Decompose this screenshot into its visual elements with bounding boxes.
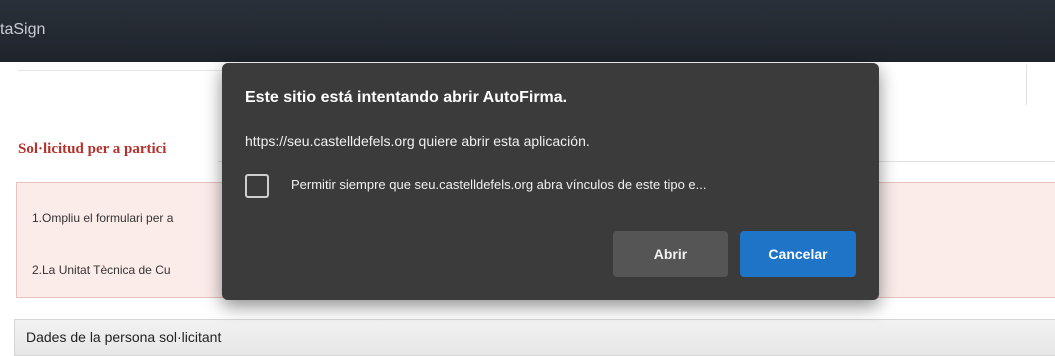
open-app-dialog: Este sitio está intentando abrir AutoFir… (222, 63, 879, 300)
section-title: Sol·licitud per a partici (18, 141, 167, 157)
panel-title: Dades de la persona sol·licitant (26, 329, 222, 345)
always-allow-row[interactable]: Permitir siempre que seu.castelldefels.o… (245, 171, 865, 201)
divider (1026, 65, 1027, 105)
cancel-button[interactable]: Cancelar (740, 231, 856, 277)
dialog-message: https://seu.castelldefels.org quiere abr… (245, 133, 590, 149)
notice-line-1: 1.Ompliu el formulari per a (32, 211, 174, 225)
applicant-panel-header: Dades de la persona sol·licitant (14, 319, 1055, 356)
app-header-bar: taSign (0, 0, 1055, 62)
always-allow-label[interactable]: Permitir siempre que seu.castelldefels.o… (291, 177, 707, 192)
dialog-title: Este sitio está intentando abrir AutoFir… (245, 89, 568, 106)
open-button[interactable]: Abrir (613, 231, 728, 277)
app-brand: taSign (0, 21, 46, 38)
always-allow-checkbox[interactable] (245, 174, 269, 198)
notice-line-2: 2.La Unitat Tècnica de Cu (32, 263, 171, 277)
